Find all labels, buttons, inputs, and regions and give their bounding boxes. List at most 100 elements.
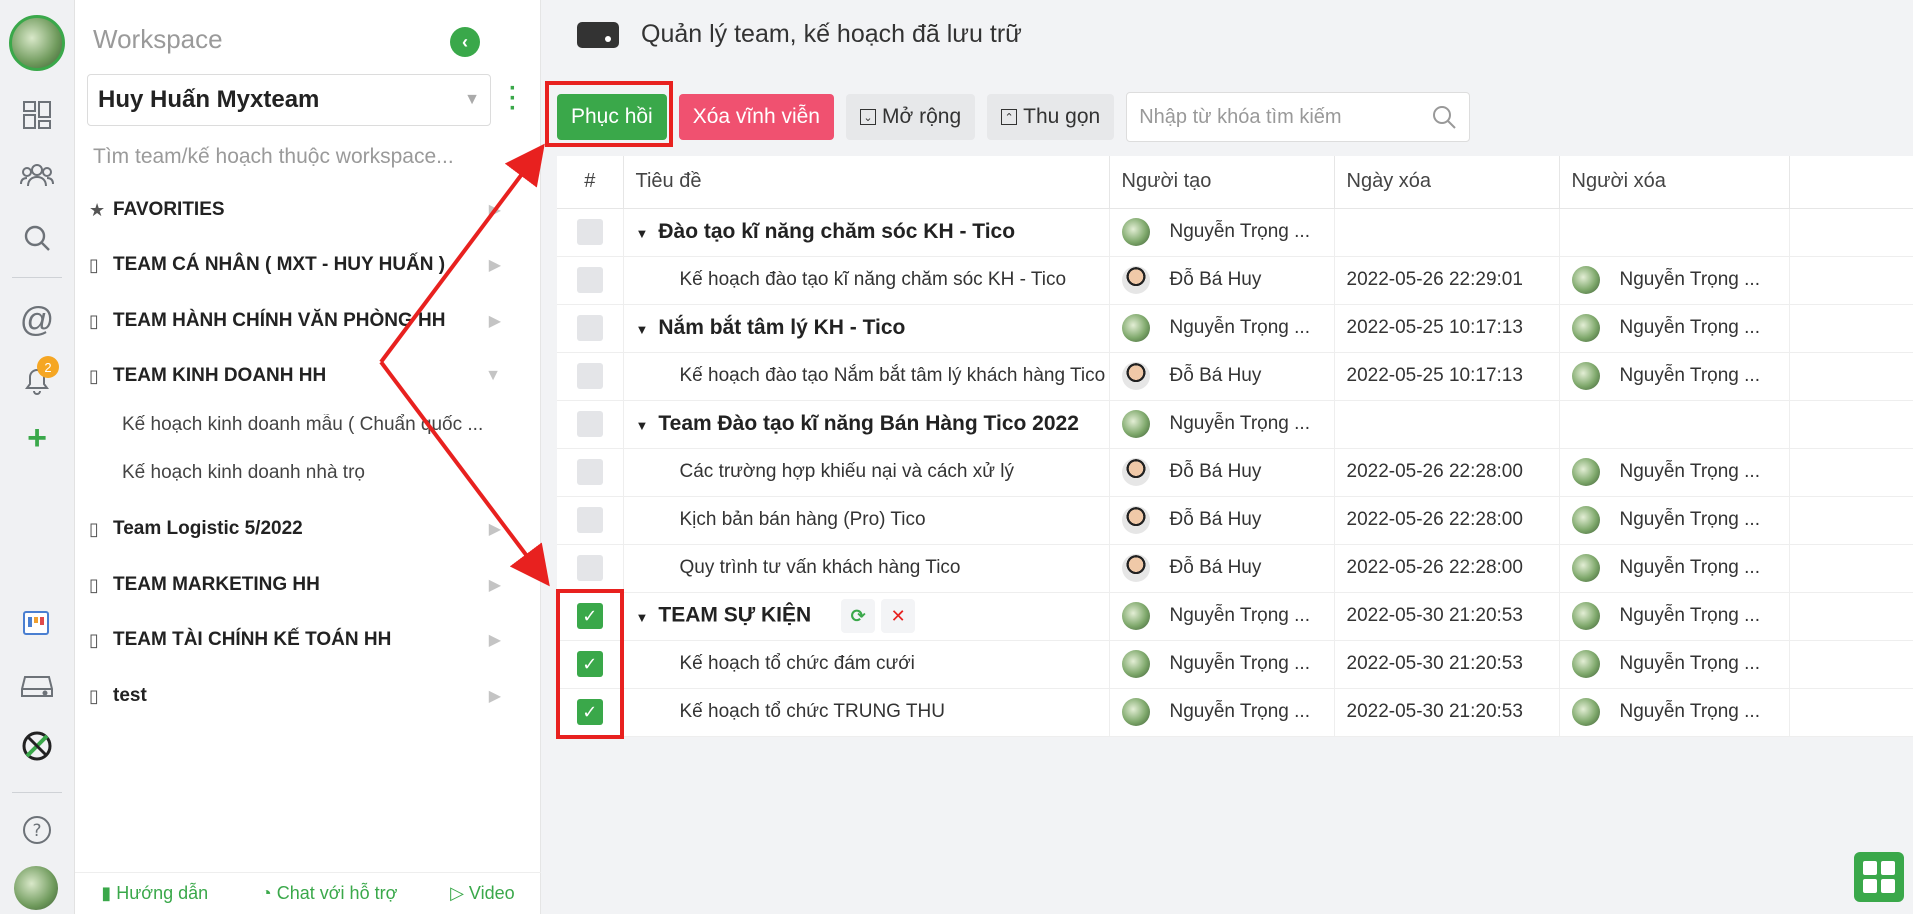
- title-cell[interactable]: ▼ Nắm bắt tâm lý KH - Tico: [623, 304, 1110, 353]
- mention-icon[interactable]: @: [17, 300, 57, 340]
- sidebar-footer: ▮ Hướng dẫn ◔ Chat với hỗ trợ ▷ Video: [75, 872, 541, 914]
- row-checkbox[interactable]: [576, 315, 603, 341]
- checkbox-cell: ✓: [557, 688, 624, 737]
- collapse-button[interactable]: ⌃ Thu gọn: [987, 94, 1115, 140]
- sidebar-subitem[interactable]: Kế hoạch kinh doanh mẫu ( Chuẩn quốc ...: [122, 414, 512, 436]
- spacer-cell: [1789, 496, 1913, 545]
- spacer-cell: [1789, 256, 1913, 305]
- table-row[interactable]: ✓ Kế hoạch tổ chức đám cưới Nguyễn Trọng .…: [557, 640, 1913, 689]
- sidebar-item-team[interactable]: ▯ TEAM KINH DOANH HH ▼: [89, 356, 519, 396]
- row-checkbox[interactable]: ✓: [576, 651, 603, 677]
- sidebar-item-team[interactable]: ▯ TEAM TÀI CHÍNH KẾ TOÁN HH ▶: [89, 620, 519, 660]
- title-cell[interactable]: Quy trình tư vấn khách hàng Tico: [623, 544, 1110, 593]
- title-cell[interactable]: ▼ Team Đào tạo kĩ năng Bán Hàng Tico 2022: [623, 400, 1110, 449]
- row-checkbox[interactable]: [576, 411, 603, 437]
- close-icon[interactable]: ✕: [881, 599, 916, 633]
- sidebar-item-team[interactable]: ▯ Team Logistic 5/2022 ▶: [89, 509, 519, 549]
- sidebar-item-team[interactable]: ▯ TEAM MARKETING HH ▶: [89, 565, 519, 605]
- sidebar-item-team[interactable]: ▯ TEAM CÁ NHÂN ( MXT - HUY HUẤN ) ▶: [89, 245, 519, 285]
- expand-button[interactable]: ⌄ Mở rộng: [846, 94, 976, 140]
- row-checkbox[interactable]: [576, 363, 603, 389]
- column-header[interactable]: Ngày xóa: [1334, 156, 1560, 209]
- user-avatar[interactable]: [14, 866, 58, 910]
- more-vertical-icon[interactable]: · · ·: [509, 77, 517, 121]
- caret-down-icon[interactable]: ▼: [636, 610, 649, 625]
- checkbox-cell: ✓: [557, 640, 624, 689]
- table-row[interactable]: ▼ Đào tạo kĩ năng chăm sóc KH - Tico Nguyễ…: [557, 208, 1913, 257]
- item-title: Kế hoạch tổ chức đám cưới: [679, 653, 915, 674]
- column-header[interactable]: Tiêu đề: [623, 156, 1110, 209]
- sidebar-search-input[interactable]: Tìm team/kế hoạch thuộc workspace...: [93, 145, 518, 169]
- guide-link[interactable]: ▮ Hướng dẫn: [101, 883, 208, 904]
- creator-name: Nguyễn Trọng ...: [1169, 605, 1310, 626]
- sidebar-item-team[interactable]: ▯ test ▶: [89, 676, 519, 716]
- row-checkbox[interactable]: ✓: [576, 603, 603, 629]
- title-cell[interactable]: Kế hoạch đào tạo kĩ năng chăm sóc KH - T…: [623, 256, 1110, 305]
- row-checkbox[interactable]: [576, 459, 603, 485]
- caret-down-icon[interactable]: ▼: [636, 418, 649, 433]
- row-checkbox[interactable]: [576, 507, 603, 533]
- board-icon[interactable]: [17, 604, 57, 644]
- table-row[interactable]: Kịch bản bán hàng (Pro) Tico Đỗ Bá Huy 202…: [557, 496, 1913, 545]
- logo-icon[interactable]: [17, 726, 57, 766]
- caret-down-icon[interactable]: ▼: [636, 226, 649, 241]
- bell-icon[interactable]: 2: [17, 356, 59, 400]
- title-cell[interactable]: Kế hoạch đào tạo Nắm bắt tâm lý khách hà…: [623, 352, 1110, 401]
- team-icon[interactable]: [17, 155, 57, 195]
- book-icon: ▯: [89, 310, 99, 331]
- sidebar-item-team[interactable]: ▯ TEAM HÀNH CHÍNH VĂN PHÒNG HH ▶: [89, 301, 519, 341]
- row-checkbox[interactable]: [576, 219, 603, 245]
- collapse-sidebar-button[interactable]: ‹: [450, 27, 480, 57]
- avatar: [1121, 506, 1150, 534]
- title-cell[interactable]: ▼ Đào tạo kĩ năng chăm sóc KH - Tico: [623, 208, 1110, 257]
- title-cell[interactable]: ▼ TEAM SỰ KIỆN ⟳ ✕: [623, 592, 1110, 641]
- title-cell[interactable]: Kế hoạch tổ chức đám cưới: [623, 640, 1110, 689]
- restore-button[interactable]: Phục hồi: [557, 94, 667, 140]
- add-icon[interactable]: +: [17, 418, 57, 458]
- creator-cell: Nguyễn Trọng ...: [1109, 304, 1335, 353]
- deleter-cell: Nguyễn Trọng ...: [1559, 496, 1790, 545]
- table-row[interactable]: ✓ Kế hoạch tổ chức TRUNG THU Nguyễn Trọng …: [557, 688, 1913, 737]
- table-row[interactable]: ▼ Team Đào tạo kĩ năng Bán Hàng Tico 2022…: [557, 400, 1913, 449]
- rail-divider: [12, 277, 62, 278]
- search-input[interactable]: Nhập từ khóa tìm kiếm: [1126, 92, 1471, 142]
- creator-cell: Đỗ Bá Huy: [1109, 256, 1335, 305]
- notification-badge: 2: [37, 356, 59, 378]
- avatar: [1571, 266, 1600, 294]
- video-link[interactable]: ▷ Video: [450, 883, 515, 904]
- row-checkbox[interactable]: [576, 555, 603, 581]
- table-row[interactable]: Kế hoạch đào tạo kĩ năng chăm sóc KH - T…: [557, 256, 1913, 305]
- book-icon: ▯: [89, 254, 99, 275]
- archive-icon[interactable]: [17, 666, 57, 706]
- chat-support-link[interactable]: ◔ Chat với hỗ trợ: [261, 883, 398, 904]
- delete-forever-button[interactable]: Xóa vĩnh viễn: [678, 94, 834, 140]
- apps-grid-icon[interactable]: [1854, 852, 1904, 902]
- table-row[interactable]: ▼ Nắm bắt tâm lý KH - Tico Nguyễn Trọng ..…: [557, 304, 1913, 353]
- sidebar-item-label: Team Logistic 5/2022: [113, 518, 303, 539]
- spacer-cell: [1789, 640, 1913, 689]
- title-cell[interactable]: Kịch bản bán hàng (Pro) Tico: [623, 496, 1110, 545]
- column-header[interactable]: Người xóa: [1559, 156, 1790, 209]
- table-row[interactable]: Kế hoạch đào tạo Nắm bắt tâm lý khách hà…: [557, 352, 1913, 401]
- title-cell[interactable]: Các trường hợp khiếu nại và cách xử lý: [623, 448, 1110, 497]
- title-cell[interactable]: Kế hoạch tổ chức TRUNG THU: [623, 688, 1110, 737]
- workspace-select[interactable]: Huy Huấn Myxteam ▼: [87, 74, 491, 126]
- caret-down-icon[interactable]: ▼: [636, 322, 649, 337]
- sidebar-favorites[interactable]: ★ FAVORITIES ▶: [89, 190, 519, 230]
- workspace-title: Workspace: [93, 24, 223, 54]
- deleted-at-cell: 2022-05-26 22:28:00: [1334, 496, 1560, 545]
- restore-icon[interactable]: ⟳: [841, 599, 876, 633]
- row-checkbox[interactable]: ✓: [576, 699, 603, 725]
- dashboard-icon[interactable]: [17, 95, 57, 135]
- table-row[interactable]: Các trường hợp khiếu nại và cách xử lý Đỗ…: [557, 448, 1913, 497]
- search-icon[interactable]: [17, 218, 57, 258]
- chevron-right-icon: ▶: [488, 257, 501, 274]
- row-checkbox[interactable]: [576, 267, 603, 293]
- table-row[interactable]: ✓ ▼ TEAM SỰ KIỆN ⟳ ✕ Nguyễn Trọng ... 2022-05-…: [557, 592, 1913, 641]
- avatar: [1121, 218, 1150, 246]
- column-header[interactable]: Người tạo: [1109, 156, 1335, 209]
- help-icon[interactable]: ?: [17, 810, 57, 850]
- sidebar-subitem[interactable]: Kế hoạch kinh doanh nhà trọ: [122, 462, 512, 484]
- table-row[interactable]: Quy trình tư vấn khách hàng Tico Đỗ Bá Hu…: [557, 544, 1913, 593]
- workspace-avatar[interactable]: [9, 15, 65, 71]
